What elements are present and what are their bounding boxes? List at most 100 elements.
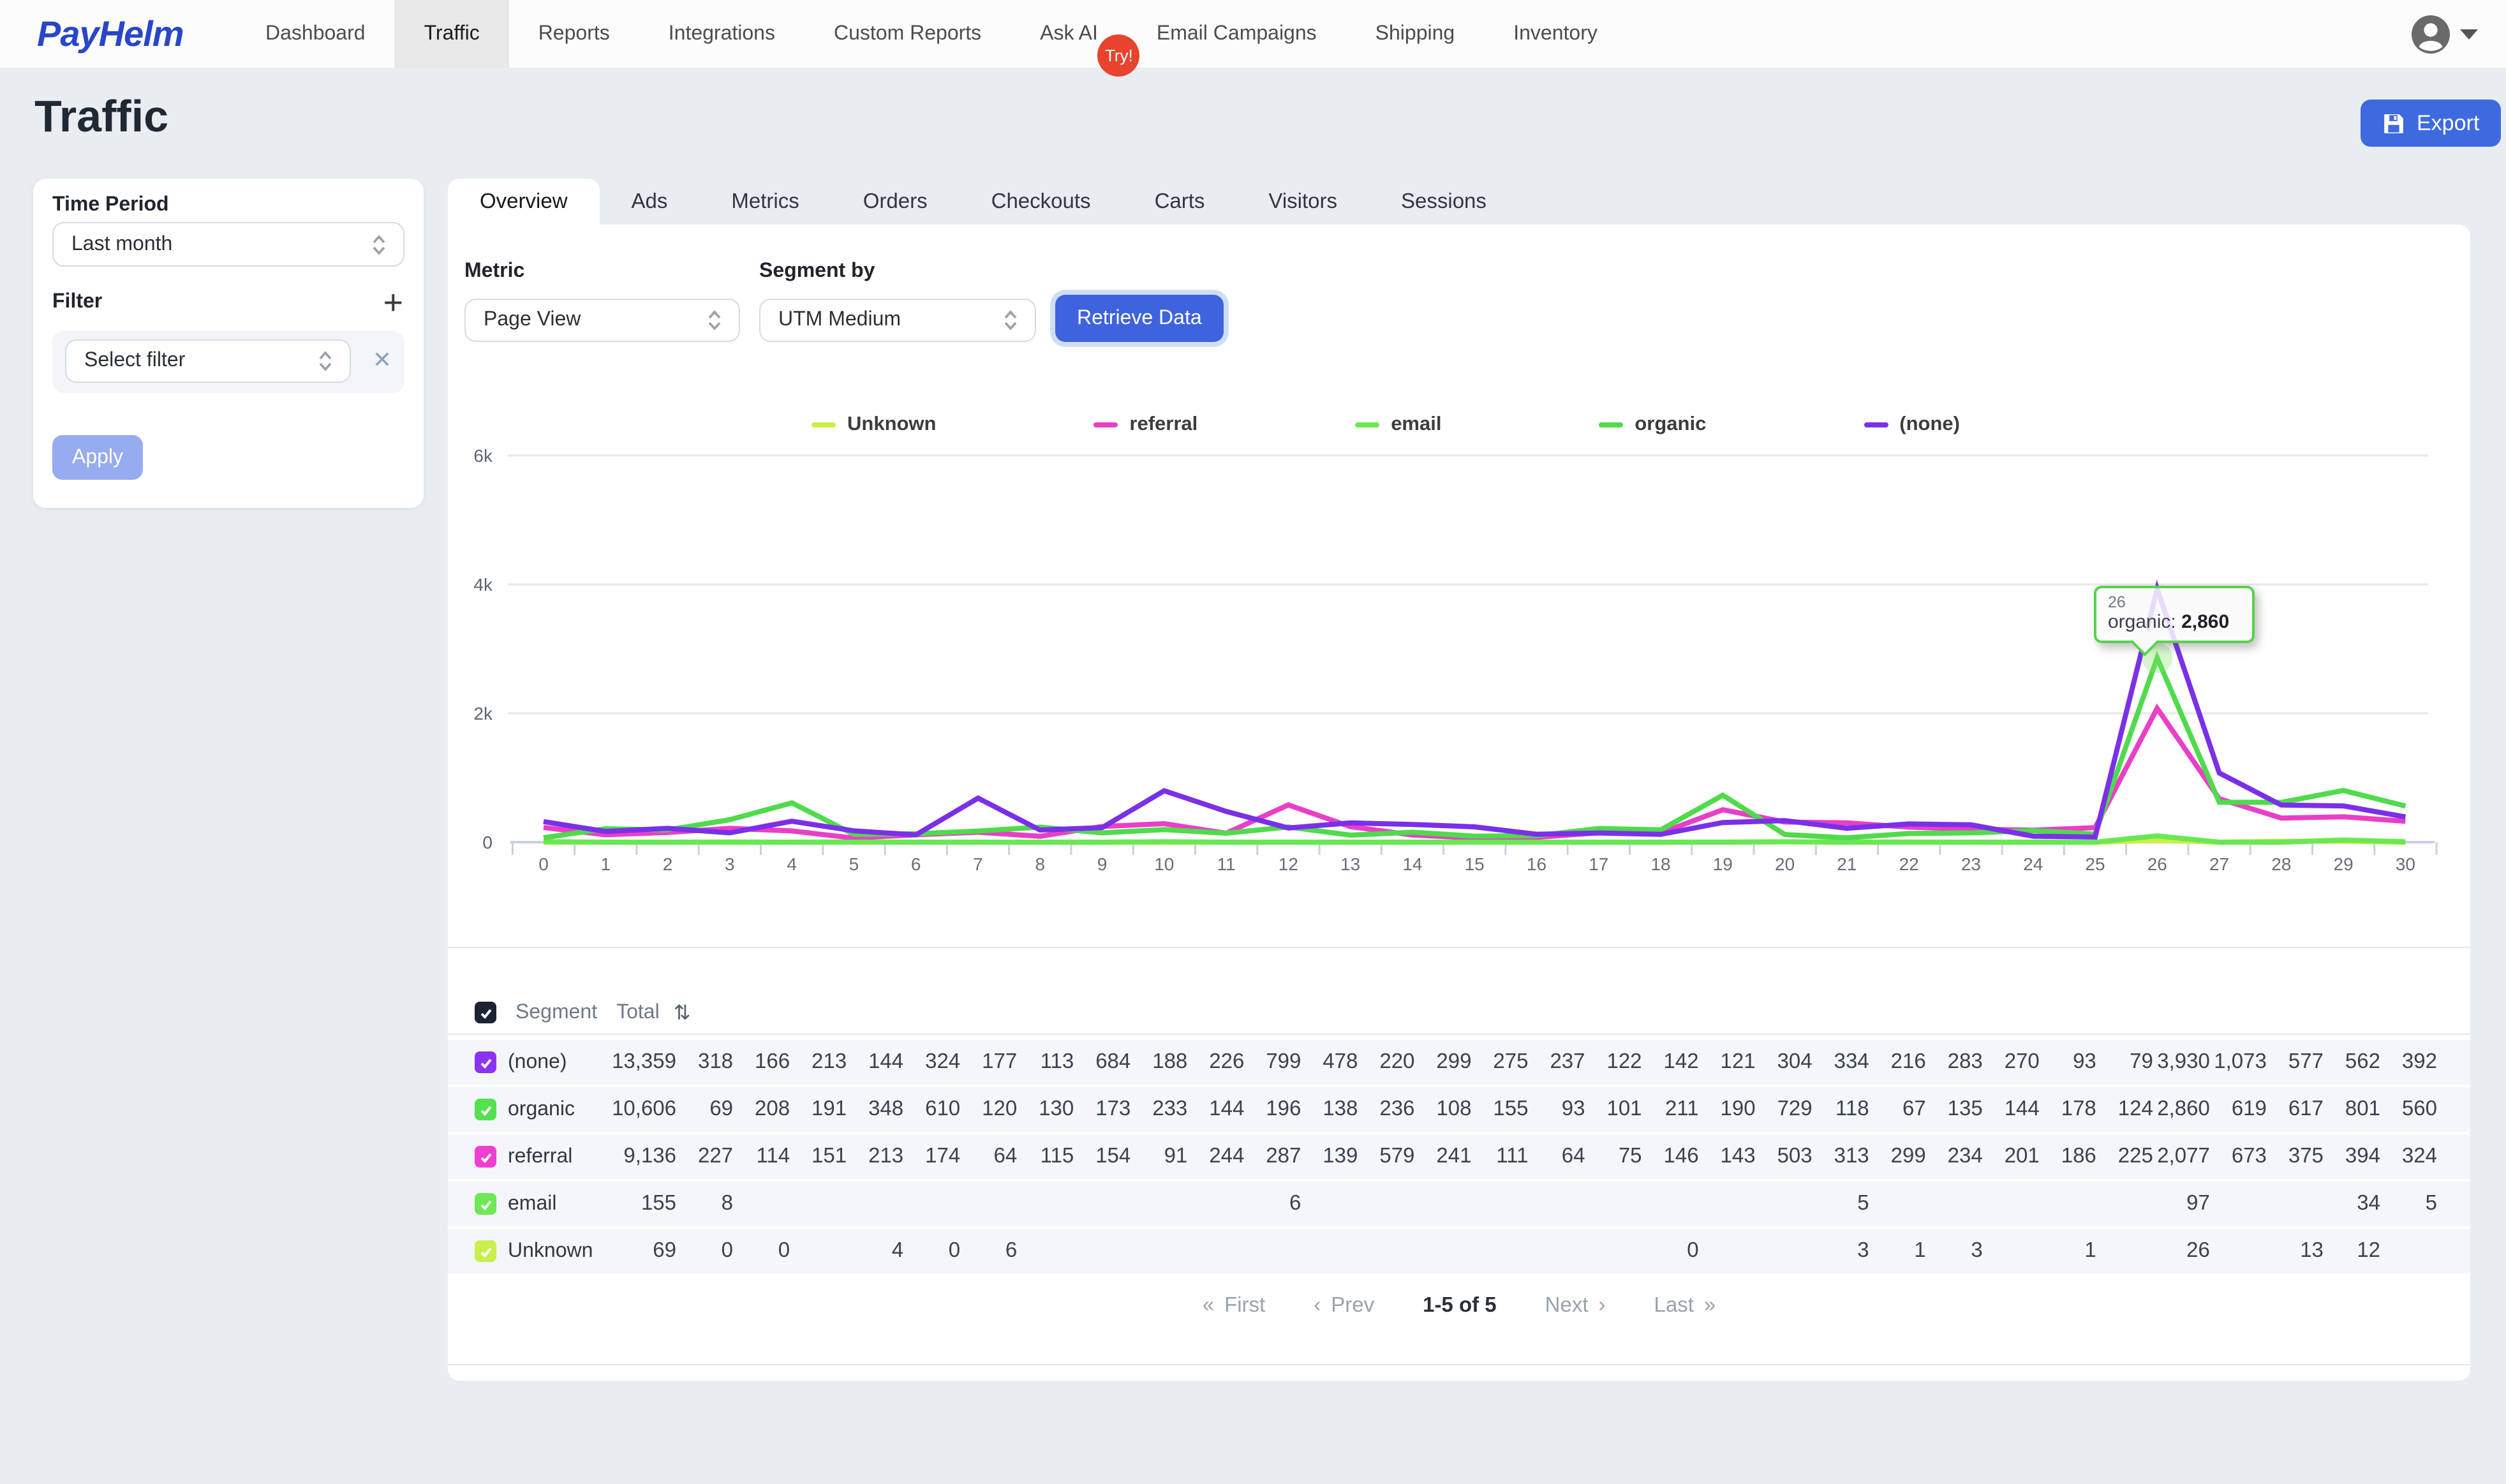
row-checkbox[interactable] [475,1099,496,1120]
row-checkbox[interactable] [475,1146,496,1168]
user-menu[interactable] [2410,14,2478,55]
value-cell: 151 [794,1145,850,1169]
tab-orders[interactable]: Orders [831,179,960,225]
table-row: referral9,136227114151213174641151549124… [448,1134,2470,1179]
value-cell: 115 [1021,1145,1078,1169]
segment-by-select[interactable]: UTM Medium [759,299,1036,342]
filter-placeholder: Select filter [84,350,185,373]
legend-item-organic[interactable]: organic [1599,413,1706,436]
total-column-header[interactable]: Total [616,1001,660,1024]
value-cell: 236 [1361,1097,1418,1122]
nav-item-traffic[interactable]: Traffic [395,0,509,68]
metric-select[interactable]: Page View [464,299,740,342]
apply-button[interactable]: Apply [52,435,143,480]
legend-item-email[interactable]: email [1355,413,1441,436]
value-cell: 478 [1305,1050,1361,1074]
user-menu-caret-icon[interactable] [2460,29,2478,40]
tab-ads[interactable]: Ads [600,179,700,225]
segment-by-label: Segment by [759,260,875,283]
value-cell: 299 [1873,1145,1930,1169]
value-cell: 394 [2327,1145,2384,1169]
pagination-last[interactable]: Last» [1654,1294,1716,1318]
value-cell: 93 [2043,1050,2100,1074]
legend-item-none[interactable]: (none) [1864,413,1960,436]
export-button[interactable]: Export [2361,100,2501,147]
nav-item-inventory[interactable]: Inventory [1484,0,1627,68]
tab-visitors[interactable]: Visitors [1236,179,1369,225]
nav-item-custom-reports[interactable]: Custom Reports [804,0,1011,68]
filter-select[interactable]: Select filter [65,339,351,383]
tab-carts[interactable]: Carts [1123,179,1237,225]
try-badge[interactable]: Try! [1098,34,1140,77]
legend-swatch [812,422,836,427]
value-cell: 577 [2271,1050,2327,1074]
value-cell: 173 [1078,1097,1134,1122]
value-cell: 196 [1248,1097,1305,1122]
table-header-divider [448,1034,2470,1035]
value-cell: 216 [1873,1050,1930,1074]
nav-item-ask-ai[interactable]: Ask AITry! [1011,0,1127,68]
remove-filter-icon[interactable]: ✕ [373,347,392,374]
value-cell: 139 [1305,1145,1361,1169]
legend-item-referral[interactable]: referral [1094,413,1197,436]
value-cell: 166 [737,1050,794,1074]
table-row: email15586597345 [448,1182,2470,1226]
legend-label: email [1391,413,1441,436]
user-avatar-icon[interactable] [2410,14,2451,55]
pagination-prev[interactable]: ‹Prev [1314,1294,1374,1318]
tab-overview[interactable]: Overview [448,179,600,225]
value-cell: 799 [1248,1050,1305,1074]
card-footer-divider [448,1364,2470,1365]
segment-cell: email [448,1192,581,1215]
add-filter-button[interactable]: + [383,286,403,320]
retrieve-data-button[interactable]: Retrieve Data [1055,295,1224,342]
value-cell: 3,930 [2157,1050,2214,1074]
value-cell: 118 [1816,1097,1873,1122]
pagination-next[interactable]: Next› [1545,1294,1606,1318]
value-cell: 579 [1361,1145,1418,1169]
value-cell: 146 [1646,1145,1703,1169]
nav-item-reports[interactable]: Reports [509,0,639,68]
value-cell: 1 [2043,1239,2100,1263]
tab-checkouts[interactable]: Checkouts [960,179,1123,225]
value-cell: 1,073 [2214,1050,2271,1074]
row-checkbox[interactable] [475,1240,496,1262]
nav-item-shipping[interactable]: Shipping [1346,0,1485,68]
nav-item-label: Shipping [1375,22,1455,45]
select-all-checkbox[interactable] [475,1002,496,1023]
value-cell: 111 [1475,1145,1532,1169]
legend-label: (none) [1899,413,1960,436]
nav-item-email-campaigns[interactable]: Email Campaigns [1127,0,1346,68]
tab-sessions[interactable]: Sessions [1369,179,1518,225]
tab-metrics[interactable]: Metrics [699,179,831,225]
metric-value: Page View [484,309,581,332]
nav-item-integrations[interactable]: Integrations [639,0,804,68]
segment-cell: organic [448,1098,581,1121]
value-cell: 244 [1191,1145,1248,1169]
value-cell: 186 [2043,1145,2100,1169]
row-checkbox[interactable] [475,1193,496,1215]
time-period-select[interactable]: Last month [52,222,404,267]
value-cell: 64 [1532,1145,1589,1169]
value-cell: 6 [1248,1192,1305,1216]
value-cell: 324 [907,1050,964,1074]
value-cell: 69 [680,1097,737,1122]
legend-item-unknown[interactable]: Unknown [812,413,937,436]
section-divider [448,947,2470,948]
value-cell: 174 [907,1145,964,1169]
value-cell: 154 [1078,1145,1134,1169]
tooltip-value-line: organic: 2,860 [2108,611,2241,633]
payhelm-logo[interactable]: PayHelm [37,0,184,68]
nav-item-dashboard[interactable]: Dashboard [236,0,395,68]
report-tabs: OverviewAdsMetricsOrdersCheckoutsCartsVi… [448,179,1518,225]
value-cell: 208 [737,1097,794,1122]
value-cell: 178 [2043,1097,2100,1122]
table-row: Unknown690040603131261312 [448,1229,2470,1273]
segment-table: (none)13,3593181662131443241771136841882… [448,1040,2470,1276]
top-nav: PayHelm DashboardTrafficReportsIntegrati… [0,0,2506,69]
value-cell: 3 [1930,1239,1987,1263]
row-checkbox[interactable] [475,1051,496,1073]
value-cell: 375 [2271,1145,2327,1169]
sort-icon[interactable]: ⇅ [674,1000,691,1025]
pagination-first[interactable]: «First [1203,1294,1266,1318]
